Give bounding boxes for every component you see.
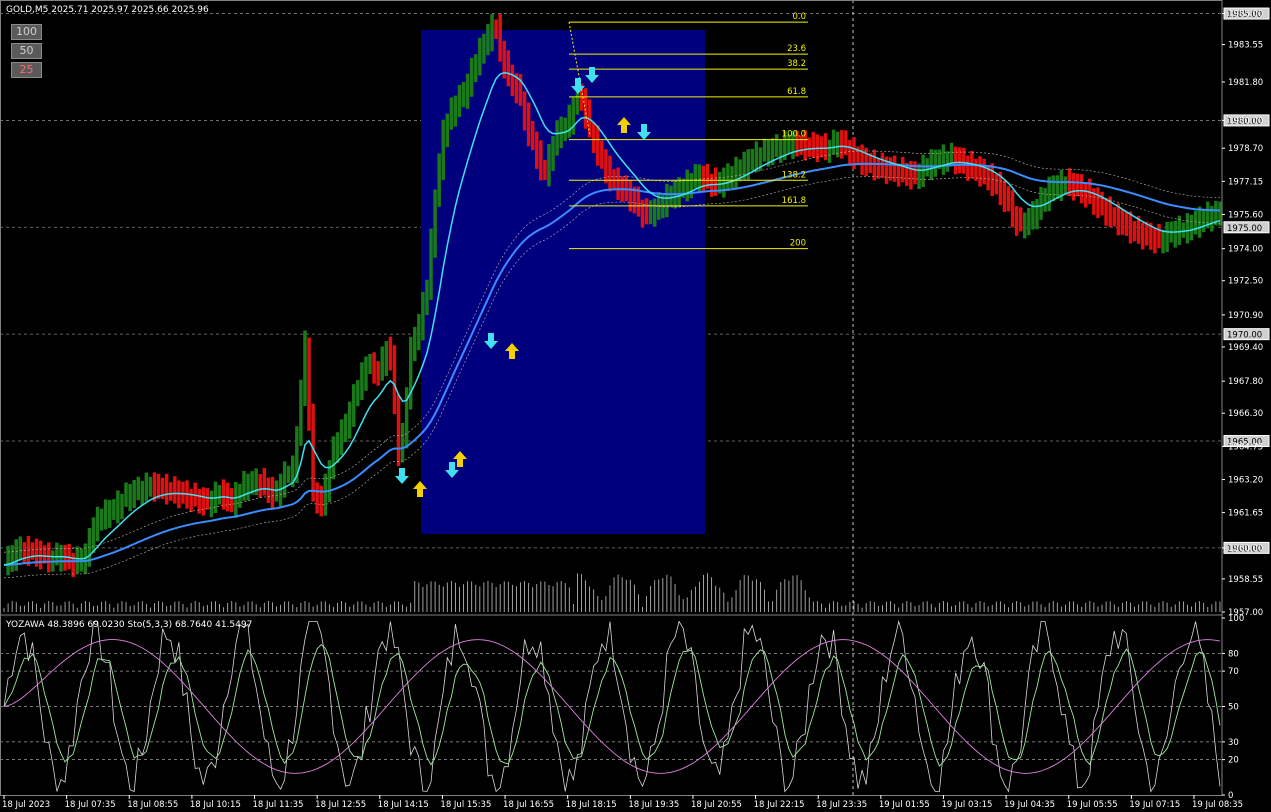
y-tick-label: 1983.55 — [1228, 41, 1263, 51]
y-tick-label: 1974.00 — [1228, 245, 1263, 255]
x-tick-label: 18 Jul 15:35 — [440, 800, 491, 810]
osc-tick-label: 70 — [1228, 667, 1239, 677]
x-tick-label: 18 Jul 2023 — [2, 800, 50, 810]
x-tick-label: 19 Jul 03:15 — [941, 800, 992, 810]
fib-label: 38.2 — [787, 59, 806, 69]
indicator-header: YOZAWA 48.3896 69.0230 Sto(5,3,3) 68.764… — [5, 620, 252, 630]
y-tick-label: 1964.75 — [1228, 442, 1263, 452]
x-tick-label: 18 Jul 11:35 — [253, 800, 304, 810]
x-tick-label: 19 Jul 04:35 — [1004, 800, 1055, 810]
x-tick-label: 18 Jul 07:35 — [65, 800, 116, 810]
panel-button-100[interactable]: 100 — [11, 24, 42, 40]
x-tick-label: 18 Jul 08:55 — [127, 800, 178, 810]
osc-tick-label: 20 — [1228, 756, 1239, 766]
fib-label: 200 — [790, 239, 806, 249]
fib-label: 0.0 — [792, 12, 806, 22]
x-tick-label: 18 Jul 16:55 — [503, 800, 554, 810]
x-tick-label: 19 Jul 01:55 — [879, 800, 930, 810]
y-tick-label: 1985.00 — [1228, 10, 1263, 20]
osc-tick-label: 30 — [1228, 738, 1239, 748]
x-tick-label: 19 Jul 08:35 — [1192, 800, 1243, 810]
oscillator-panel — [0, 619, 1222, 793]
fib-label: 138.2 — [782, 170, 806, 180]
y-tick-label: 1969.40 — [1228, 343, 1263, 353]
x-tick-label: 18 Jul 10:15 — [190, 800, 241, 810]
price-label: 1970.00 — [1227, 331, 1262, 341]
symbol-header: GOLD,M5 2025.71 2025.97 2025.66 2025.96 — [6, 5, 209, 15]
y-tick-label: 1977.15 — [1228, 177, 1263, 187]
panel-button-50[interactable]: 50 — [11, 43, 42, 59]
x-tick-label: 18 Jul 14:15 — [378, 800, 429, 810]
y-tick-label: 1961.65 — [1228, 509, 1263, 519]
y-tick-label: 1970.90 — [1228, 311, 1263, 321]
x-tick-label: 18 Jul 23:35 — [816, 800, 867, 810]
x-tick-label: 19 Jul 05:55 — [1067, 800, 1118, 810]
price-label: 1975.00 — [1227, 224, 1262, 234]
volume-bars — [3, 573, 1221, 612]
y-tick-label: 1963.20 — [1228, 475, 1263, 485]
price-chart[interactable]: 0.0 23.6 38.2 61.8 100.0 138.2 161.8 200 1985.0… — [0, 0, 1271, 812]
osc-tick-label: 100 — [1228, 614, 1244, 624]
sell-signal-arrow — [395, 468, 409, 484]
y-tick-label: 1978.70 — [1228, 144, 1263, 154]
y-tick-label: 1960.00 — [1228, 544, 1263, 554]
panel-button-25[interactable]: 25 — [11, 62, 42, 78]
x-tick-label: 18 Jul 22:15 — [754, 800, 805, 810]
chart-window: 0.0 23.6 38.2 61.8 100.0 138.2 161.8 200 1985.0… — [0, 0, 1271, 812]
osc-tick-label: 50 — [1228, 703, 1239, 713]
x-tick-label: 18 Jul 12:55 — [315, 800, 366, 810]
y-tick-label: 1972.50 — [1228, 277, 1263, 287]
fib-label: 23.6 — [787, 44, 806, 54]
y-tick-label: 1967.80 — [1228, 377, 1263, 387]
y-tick-label: 1975.60 — [1228, 210, 1263, 220]
y-tick-label: 1958.55 — [1228, 575, 1263, 585]
fib-label: 61.8 — [787, 87, 806, 97]
osc-tick-label: 80 — [1228, 649, 1239, 659]
y-tick-label: 1980.00 — [1228, 116, 1263, 126]
x-tick-label: 18 Jul 20:55 — [691, 800, 742, 810]
fib-label: 100.0 — [782, 130, 806, 140]
x-tick-label: 18 Jul 18:15 — [566, 800, 617, 810]
x-tick-label: 18 Jul 19:35 — [628, 800, 679, 810]
x-tick-label: 19 Jul 07:15 — [1129, 800, 1180, 810]
y-tick-label: 1966.30 — [1228, 409, 1263, 419]
fib-label: 161.8 — [782, 196, 806, 206]
y-tick-label: 1981.80 — [1228, 78, 1263, 88]
stochastic-signal-line — [3, 643, 1221, 767]
